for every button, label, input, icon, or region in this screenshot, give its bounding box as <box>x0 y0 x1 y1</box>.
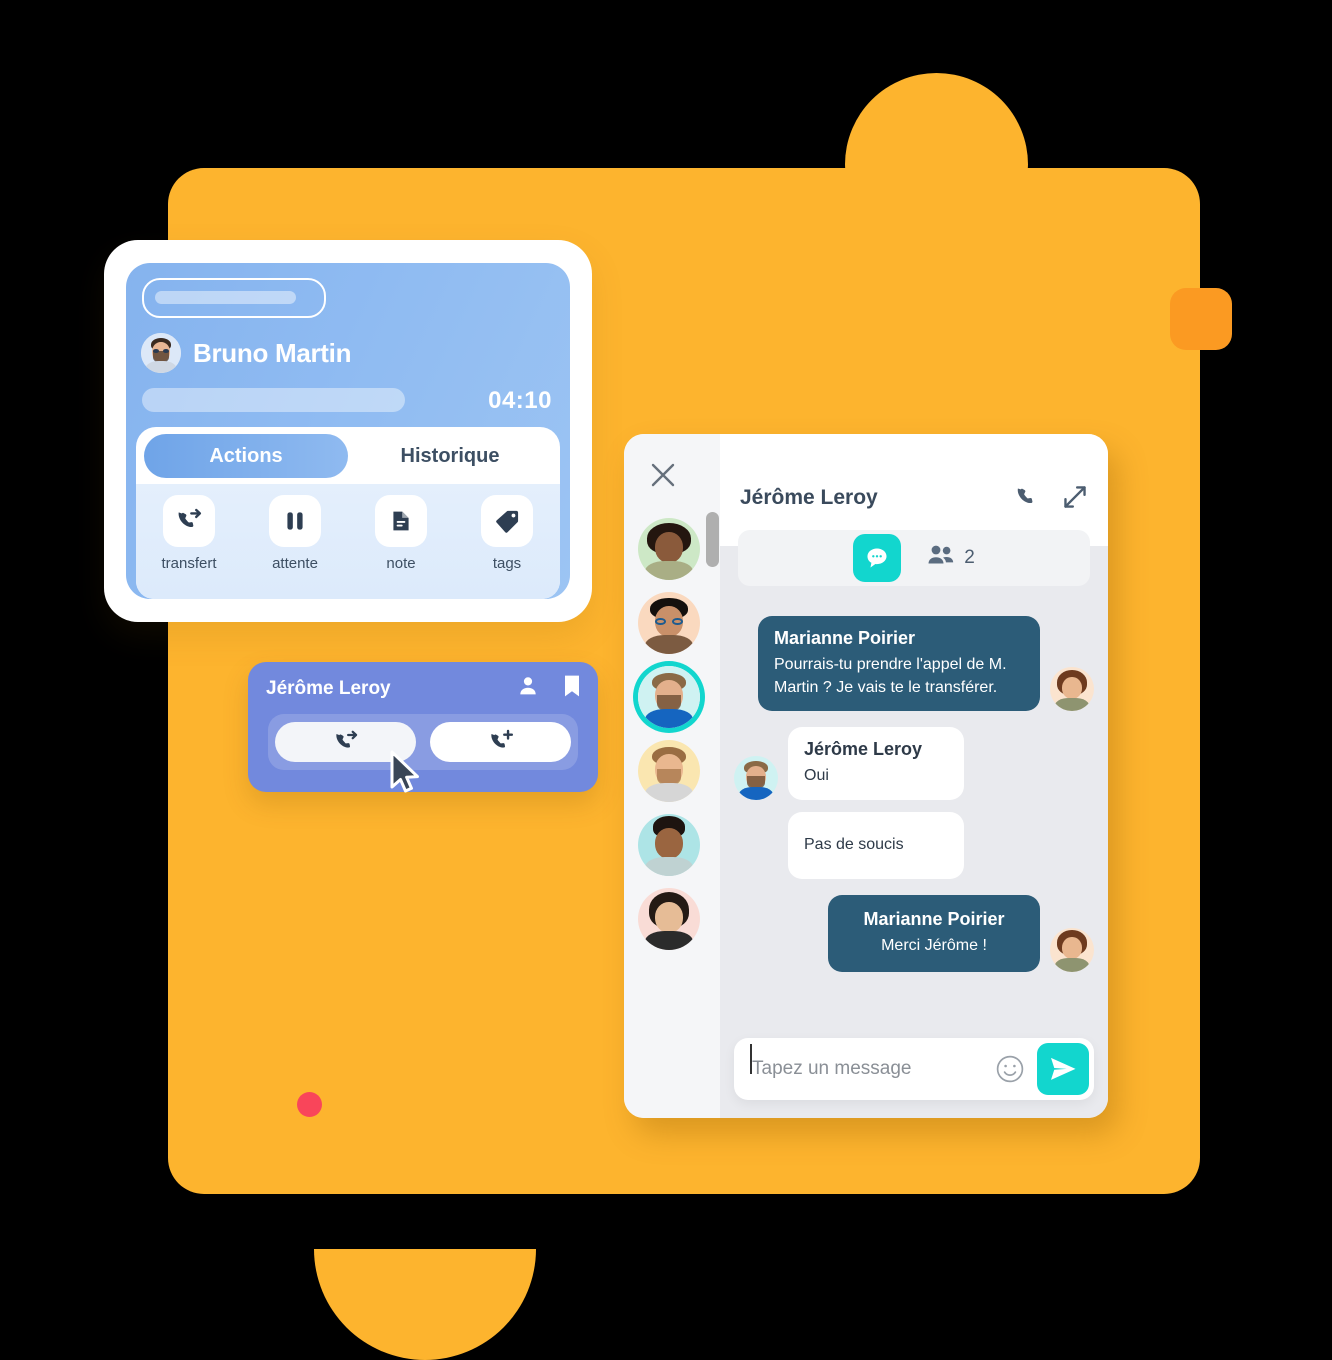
message-avatar <box>1050 667 1094 712</box>
contacts-scrollbar-thumb[interactable] <box>706 512 719 567</box>
sidebar-avatar-2[interactable] <box>638 592 700 654</box>
action-buttons-row: transfert attente note tags <box>136 484 560 599</box>
message-row: Marianne Poirier Pourrais-tu prendre l'a… <box>734 616 1094 712</box>
message-text: Pas de soucis <box>804 836 904 854</box>
mini-card-buttons <box>268 714 578 770</box>
action-tags[interactable]: tags <box>471 495 543 572</box>
smiley-icon[interactable] <box>995 1054 1025 1084</box>
send-icon[interactable] <box>1037 1043 1089 1095</box>
caller-avatar <box>141 333 181 373</box>
chat-bubble-icon[interactable] <box>853 534 902 582</box>
sidebar-avatar-5[interactable] <box>638 814 700 876</box>
action-attente[interactable]: attente <box>259 495 331 572</box>
skeleton-bar <box>142 388 405 412</box>
message-text: Merci Jérôme ! <box>881 936 987 954</box>
call-timer: 04:10 <box>488 387 552 414</box>
action-label: note <box>386 555 416 572</box>
message-author: Marianne Poirier <box>774 628 916 648</box>
people-icon <box>927 544 955 572</box>
add-call-button[interactable] <box>430 722 571 762</box>
message-row: Pas de soucis <box>734 812 1094 879</box>
message-bubble: Pas de soucis <box>788 812 964 879</box>
sidebar-avatar-3-selected[interactable] <box>638 666 700 728</box>
background-square-shape <box>1170 288 1232 350</box>
mini-card-icon-group <box>516 674 582 703</box>
message-row: Marianne Poirier Merci Jérôme ! <box>734 894 1094 972</box>
chat-participants[interactable]: 2 <box>927 544 975 572</box>
message-text: Pourrais-tu prendre l'appel de M. Martin… <box>774 656 1007 696</box>
sidebar-avatar-4[interactable] <box>638 740 700 802</box>
message-composer: Tapez un message <box>734 1038 1094 1100</box>
message-bubble: Jérôme Leroy Oui <box>788 727 964 801</box>
message-author: Marianne Poirier <box>863 908 1005 929</box>
person-icon[interactable] <box>516 674 540 703</box>
search-placeholder-pill[interactable] <box>142 278 326 318</box>
tab-historique[interactable]: Historique <box>348 434 552 478</box>
participants-count: 2 <box>964 547 975 568</box>
mouse-cursor <box>389 750 423 796</box>
message-avatar <box>1050 927 1094 972</box>
mini-card-name: Jérôme Leroy <box>266 677 391 699</box>
caller-name: Bruno Martin <box>193 337 352 368</box>
message-list: Marianne Poirier Pourrais-tu prendre l'a… <box>720 586 1108 1022</box>
caller-info: Bruno Martin <box>141 333 351 373</box>
chat-main-area: Jérôme Leroy 2 Marianne Poirier Pourrais… <box>720 434 1108 1118</box>
chat-header-actions <box>1014 484 1088 515</box>
message-bubble: Marianne Poirier Merci Jérôme ! <box>828 894 1040 972</box>
message-author: Jérôme Leroy <box>804 739 923 760</box>
phone-forward-icon <box>163 495 215 547</box>
incoming-call-mini-card: Jérôme Leroy <box>248 662 598 792</box>
action-label: attente <box>272 555 318 572</box>
message-avatar <box>734 756 778 801</box>
action-label: transfert <box>161 555 217 572</box>
message-bubble: Marianne Poirier Pourrais-tu prendre l'a… <box>758 616 1040 712</box>
background-pie-shape <box>314 1138 536 1360</box>
illustration-stage: Bruno Martin 04:10 Actions Historique tr… <box>0 0 1332 1360</box>
bookmark-icon[interactable] <box>562 674 582 703</box>
chat-panel: Jérôme Leroy 2 Marianne Poirier Pourrais… <box>624 434 1108 1118</box>
close-icon[interactable] <box>650 462 676 488</box>
action-label: tags <box>492 555 522 572</box>
background-dot-shape <box>297 1092 322 1117</box>
action-transfert[interactable]: transfert <box>153 495 225 572</box>
action-note[interactable]: note <box>365 495 437 572</box>
call-card: Bruno Martin 04:10 Actions Historique tr… <box>104 240 592 622</box>
sidebar-avatar-1[interactable] <box>638 518 700 580</box>
chat-title: Jérôme Leroy <box>740 486 878 509</box>
mini-card-header: Jérôme Leroy <box>266 674 582 703</box>
tab-list: Actions Historique <box>144 434 552 478</box>
tab-actions[interactable]: Actions <box>144 434 348 478</box>
text-caret <box>750 1044 752 1074</box>
expand-icon[interactable] <box>1062 484 1088 515</box>
sidebar-avatar-6[interactable] <box>638 888 700 950</box>
call-card-tabs-panel: Actions Historique transfert attente not… <box>136 427 560 599</box>
message-text: Oui <box>804 767 829 785</box>
message-input[interactable]: Tapez un message <box>734 1044 995 1080</box>
document-icon <box>375 495 427 547</box>
contact-avatar-list <box>638 518 708 950</box>
phone-icon[interactable] <box>1014 484 1040 515</box>
pause-icon <box>269 495 321 547</box>
message-row: Jérôme Leroy Oui <box>734 727 1094 801</box>
tag-icon <box>481 495 533 547</box>
call-card-body: Bruno Martin 04:10 Actions Historique tr… <box>126 263 570 599</box>
chat-mode-switcher: 2 <box>738 530 1090 586</box>
